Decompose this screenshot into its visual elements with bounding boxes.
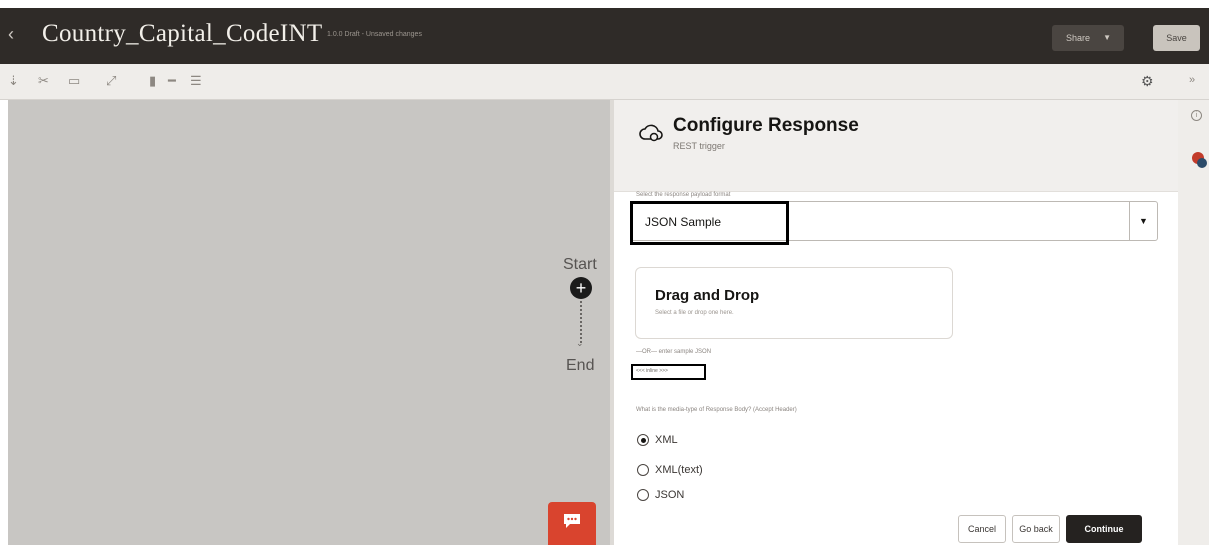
radio-icon[interactable] <box>637 489 649 501</box>
draft-status: 1.0.0 Draft - Unsaved changes <box>327 31 422 38</box>
app-window: ‹ Country_Capital_CodeINT 1.0.0 Draft - … <box>0 0 1209 549</box>
chat-icon <box>563 513 581 534</box>
end-label: End <box>566 357 595 374</box>
right-rail: i <box>1178 100 1209 545</box>
highlight-box <box>630 201 789 245</box>
media-type-label: What is the media-type of Response Body?… <box>636 407 797 413</box>
info-icon[interactable]: i <box>1191 110 1202 121</box>
arrow-down-icon: ⌄ <box>576 338 584 348</box>
configure-response-panel: Configure Response REST trigger Select t… <box>614 100 1178 545</box>
inline-link[interactable]: <<< inline >>> <box>631 364 706 380</box>
panel-header: Configure Response REST trigger <box>614 100 1178 192</box>
download-icon[interactable]: ⇣ <box>8 73 19 89</box>
gear-icon[interactable]: ⚙ <box>1141 73 1154 90</box>
share-label: Share <box>1066 33 1091 43</box>
radio-selected-icon[interactable] <box>637 434 649 446</box>
cancel-button[interactable]: Cancel <box>958 515 1006 543</box>
cloud-gear-icon <box>638 122 664 144</box>
start-label: Start <box>563 256 597 273</box>
cut-icon[interactable]: ✂ <box>38 73 49 89</box>
chevron-down-icon[interactable]: ▼ <box>1129 202 1157 240</box>
chat-assistant-button[interactable] <box>548 502 596 545</box>
flow-connector <box>580 301 582 343</box>
flow-canvas[interactable] <box>8 100 610 545</box>
radio-label: JSON <box>655 489 685 501</box>
drag-and-drop-zone[interactable]: Drag and Drop Select a file or drop one … <box>635 267 953 339</box>
save-button[interactable]: Save <box>1153 25 1200 51</box>
share-button[interactable]: Share ▼ <box>1052 25 1124 51</box>
app-header: ‹ Country_Capital_CodeINT 1.0.0 Draft - … <box>0 8 1209 64</box>
dnd-title: Drag and Drop <box>655 287 760 304</box>
paste-icon[interactable]: ▭ <box>68 73 80 89</box>
continue-button[interactable]: Continue <box>1066 515 1142 543</box>
panel-title: Configure Response <box>673 115 859 136</box>
add-action-button[interactable]: + <box>570 277 592 299</box>
back-icon[interactable]: ‹ <box>8 24 14 45</box>
radio-label: XML(text) <box>655 464 703 476</box>
or-text: —OR— enter sample JSON <box>636 349 712 355</box>
pseudo-layout-icon[interactable]: ☰ <box>190 73 202 89</box>
payload-format-label: Select the response payload format <box>636 192 731 198</box>
expand-icon[interactable]: » <box>1189 74 1195 86</box>
canvas-toolbar: ⇣ ✂ ▭ ⤢ ▮ ━ ☰ ⚙ » <box>0 64 1209 100</box>
map-pin-icon[interactable] <box>1197 158 1207 168</box>
dnd-subtitle: Select a file or drop one here. <box>655 310 734 316</box>
go-back-button[interactable]: Go back <box>1012 515 1060 543</box>
radio-json[interactable]: JSON <box>637 487 837 503</box>
radio-label: XML <box>655 434 678 446</box>
radio-xml[interactable]: XML <box>637 432 837 448</box>
radio-xml-text[interactable]: XML(text) <box>637 462 837 478</box>
radio-icon[interactable] <box>637 464 649 476</box>
vertical-layout-icon[interactable]: ▮ <box>149 73 156 89</box>
horizontal-layout-icon[interactable]: ━ <box>168 73 176 89</box>
integration-title: Country_Capital_CodeINT <box>42 20 323 47</box>
chevron-down-icon: ▼ <box>1103 33 1111 42</box>
panel-subtitle: REST trigger <box>673 141 725 151</box>
zoom-fit-icon[interactable]: ⤢ <box>106 73 116 89</box>
